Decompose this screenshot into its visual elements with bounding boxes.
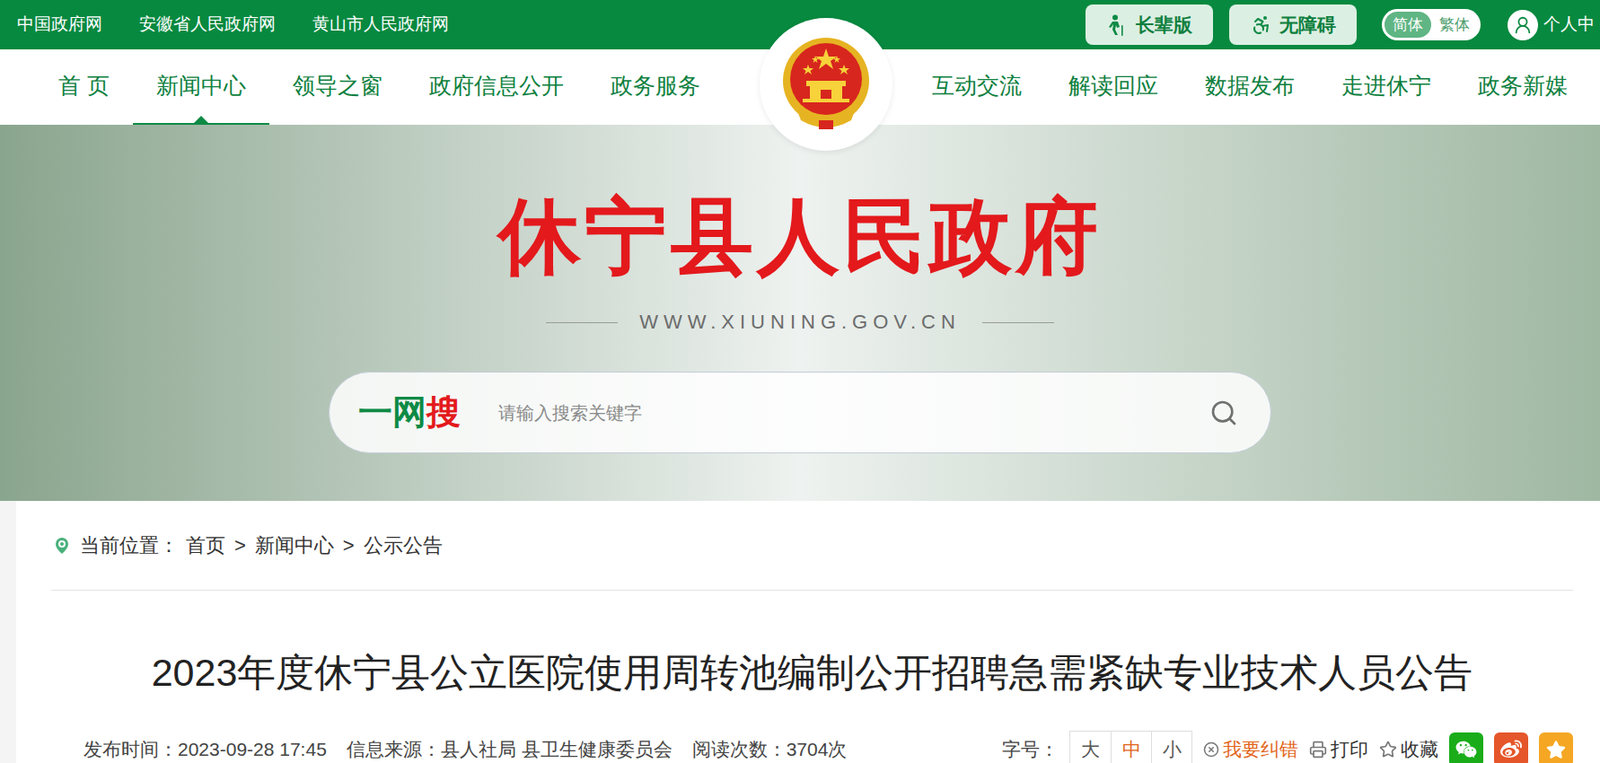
wheelchair-icon xyxy=(1250,14,1273,36)
breadcrumb-item[interactable]: 新闻中心 xyxy=(254,530,335,561)
font-size-option[interactable]: 大 xyxy=(1070,731,1111,763)
personal-center[interactable]: 个人中 xyxy=(1507,9,1595,41)
article-action[interactable]: 我要纠错 xyxy=(1203,735,1299,763)
article-meta: 发布时间：2023-09-28 17:45 信息来源：县人社局 县卫生健康委员会阅… xyxy=(51,730,1574,763)
meta-item: 信息来源：县人社局 县卫生健康委员会 xyxy=(346,735,673,763)
script-toggle[interactable]: 简体繁体 xyxy=(1381,8,1481,42)
accessibility-button[interactable]: 无障碍 xyxy=(1229,4,1357,45)
nav-item[interactable]: 政府信息公开 xyxy=(405,49,588,125)
banner: 休宁县人民政府 WWW.XIUNING.GOV.CN 一网搜请输入搜索关键字 xyxy=(0,124,1600,502)
weibo-share[interactable] xyxy=(1494,732,1529,763)
site-domain: WWW.XIUNING.GOV.CN xyxy=(639,310,961,335)
search-box[interactable]: 一网搜请输入搜索关键字 xyxy=(328,371,1272,454)
weibo-icon xyxy=(1500,738,1522,761)
script-option[interactable]: 简体 xyxy=(1384,11,1432,39)
breadcrumb: 当前位置：首页>新闻中心>公示公告 xyxy=(51,501,1574,591)
star-outline-icon xyxy=(1379,740,1398,759)
page: 中国政府网安徽省人民政府网黄山市人民政府网长辈版无障碍简体繁体个人中首 页新闻中… xyxy=(0,0,1600,763)
active-marker xyxy=(193,115,209,124)
nav-item[interactable]: 领导之窗 xyxy=(269,49,406,125)
font-size-option[interactable]: 中 xyxy=(1110,731,1152,763)
article-action[interactable]: 收藏 xyxy=(1379,735,1439,763)
search-icon[interactable] xyxy=(1209,398,1239,428)
top-link[interactable]: 中国政府网 xyxy=(17,11,103,38)
top-link[interactable]: 黄山市人民政府网 xyxy=(312,11,449,38)
error-report-icon xyxy=(1203,741,1220,758)
star-icon xyxy=(1546,739,1566,760)
nav-item[interactable]: 走进休宁 xyxy=(1318,49,1455,125)
meta-item: 阅读次数：3704次 xyxy=(692,735,848,763)
nav-item[interactable]: 新闻中心 xyxy=(132,49,270,125)
elder-mode-button[interactable]: 长辈版 xyxy=(1085,4,1214,45)
breadcrumb-item[interactable]: 首页 xyxy=(185,530,226,561)
article-title: 2023年度休宁县公立医院使用周转池编制公开招聘急需紧缺专业技术人员公告 xyxy=(51,650,1574,695)
search-input[interactable]: 请输入搜索关键字 xyxy=(498,399,1210,427)
divider-line xyxy=(545,322,618,324)
divider-line xyxy=(982,322,1055,324)
printer-icon xyxy=(1309,740,1328,759)
font-size-switch: 大中小 xyxy=(1069,730,1193,763)
wechat-share[interactable] xyxy=(1449,732,1484,763)
breadcrumb-item[interactable]: 公示公告 xyxy=(363,530,443,561)
emblem-icon xyxy=(779,34,873,135)
nav-item[interactable]: 数据发布 xyxy=(1181,49,1319,125)
site-title: 休宁县人民政府 xyxy=(498,195,1102,279)
user-icon xyxy=(1512,15,1533,36)
font-size-option[interactable]: 小 xyxy=(1151,731,1192,763)
national-emblem xyxy=(759,17,893,151)
nav-item[interactable]: 政务新媒 xyxy=(1454,49,1592,125)
favorite-share[interactable] xyxy=(1538,732,1574,763)
nav-item[interactable]: 互动交流 xyxy=(908,49,1046,125)
script-option[interactable]: 繁体 xyxy=(1431,11,1478,39)
location-pin-icon xyxy=(51,535,73,557)
meta-item: 发布时间：2023-09-28 17:45 xyxy=(83,735,327,763)
nav-item[interactable]: 首 页 xyxy=(35,49,133,125)
elder-icon xyxy=(1107,14,1127,36)
content-panel: 当前位置：首页>新闻中心>公示公告 2023年度休宁县公立医院使用周转池编制公开招… xyxy=(16,501,1600,763)
article-action[interactable]: 打印 xyxy=(1309,735,1369,763)
wechat-icon xyxy=(1455,738,1477,761)
top-link[interactable]: 安徽省人民政府网 xyxy=(139,11,276,38)
nav-item[interactable]: 解读回应 xyxy=(1045,49,1182,125)
nav-item[interactable]: 政务服务 xyxy=(587,49,724,125)
